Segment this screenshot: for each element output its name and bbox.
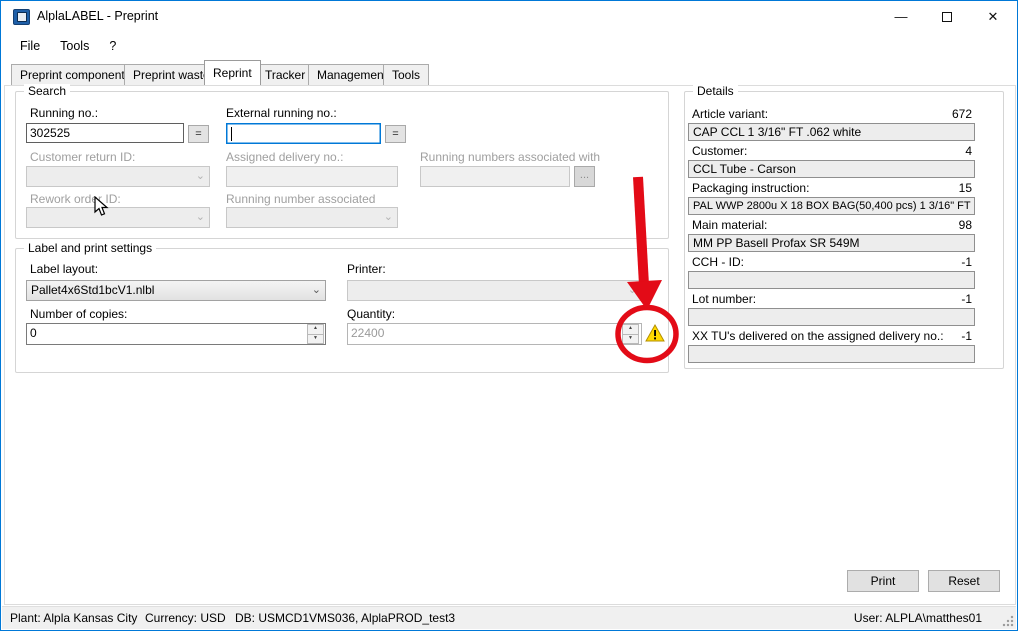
menu-tools[interactable]: Tools: [51, 36, 98, 56]
article-variant-count: 672: [912, 107, 972, 121]
close-icon: ✕: [988, 9, 999, 24]
status-currency: Currency: USD: [145, 611, 226, 625]
cch-id-field: [688, 271, 975, 289]
tab-reprint[interactable]: Reprint: [204, 60, 261, 85]
maximize-button[interactable]: [924, 1, 970, 32]
customer-label: Customer:: [692, 144, 747, 158]
search-group: Search Running no.: 302525 = External ru…: [15, 91, 669, 239]
assigned-delivery-no-label: Assigned delivery no.:: [226, 150, 343, 164]
tab-tools[interactable]: Tools: [383, 64, 429, 85]
cch-id-count: -1: [912, 255, 972, 269]
tab-strip: Preprint components Preprint waste Repri…: [3, 60, 1015, 85]
app-window: AlplaLABEL - Preprint — ✕ File Tools ? P…: [0, 0, 1018, 631]
reset-button[interactable]: Reset: [928, 570, 1000, 592]
tab-preprint-components[interactable]: Preprint components: [11, 64, 140, 85]
spinner-up-icon[interactable]: ▲: [307, 324, 324, 335]
chevron-down-icon: ⌄: [628, 283, 637, 298]
label-print-settings-title: Label and print settings: [24, 241, 156, 255]
running-number-associated-dropdown: ⌄: [226, 207, 398, 228]
window-title: AlplaLABEL - Preprint: [37, 1, 158, 32]
minimize-button[interactable]: —: [878, 1, 924, 32]
customer-field: CCL Tube - Carson: [688, 160, 975, 178]
main-material-count: 98: [912, 218, 972, 232]
close-button[interactable]: ✕: [970, 1, 1016, 32]
status-bar: Plant: Alpla Kansas City Currency: USD D…: [2, 606, 1016, 629]
label-print-settings-group: Label and print settings Label layout: P…: [15, 248, 669, 373]
copies-spinner[interactable]: ▲ ▼: [307, 324, 324, 344]
assigned-delivery-no-input: [226, 166, 398, 187]
customer-count: 4: [912, 144, 972, 158]
article-variant-label: Article variant:: [692, 107, 768, 121]
lot-number-count: -1: [912, 292, 972, 306]
status-plant: Plant: Alpla Kansas City: [10, 611, 137, 625]
lot-number-field: [688, 308, 975, 326]
spinner-down-icon[interactable]: ▼: [622, 335, 639, 345]
chevron-down-icon: ⌄: [196, 210, 205, 225]
label-layout-value: Pallet4x6Std1bcV1.nlbl: [31, 283, 154, 297]
running-numbers-assoc-input: [420, 166, 570, 187]
packaging-instruction-label: Packaging instruction:: [692, 181, 809, 195]
spinner-up-icon[interactable]: ▲: [622, 324, 639, 335]
packaging-instruction-field: PAL WWP 2800u X 18 BOX BAG(50,400 pcs) 1…: [688, 197, 975, 215]
rework-order-id-label: Rework order ID:: [30, 192, 121, 206]
running-numbers-assoc-label: Running numbers associated with: [420, 150, 600, 164]
quantity-label: Quantity:: [347, 307, 395, 321]
quantity-spinner[interactable]: ▲ ▼: [622, 324, 639, 344]
tus-delivered-field: [688, 345, 975, 363]
cch-id-label: CCH - ID:: [692, 255, 744, 269]
status-user: User: ALPLA\matthes01: [854, 611, 982, 625]
minimize-icon: —: [895, 9, 908, 24]
chevron-down-icon: ⌄: [196, 169, 205, 184]
menu-file[interactable]: File: [11, 36, 49, 56]
main-material-label: Main material:: [692, 218, 767, 232]
running-no-equals-button[interactable]: =: [188, 125, 209, 143]
menu-help[interactable]: ?: [100, 36, 125, 56]
status-db: DB: USMCD1VMS036, AlplaPROD_test3: [235, 611, 455, 625]
external-running-no-equals-button[interactable]: =: [385, 125, 406, 143]
label-layout-dropdown[interactable]: Pallet4x6Std1bcV1.nlbl ⌄: [26, 280, 326, 301]
customer-return-id-dropdown: ⌄: [26, 166, 210, 187]
article-variant-field: CAP CCL 1 3/16" FT .062 white: [688, 123, 975, 141]
packaging-instruction-count: 15: [912, 181, 972, 195]
label-layout-label: Label layout:: [30, 262, 98, 276]
quantity-input: 22400: [347, 323, 642, 345]
tus-delivered-label: XX TU's delivered on the assigned delive…: [692, 329, 944, 343]
lot-number-label: Lot number:: [692, 292, 756, 306]
tab-tracker[interactable]: Tracker: [256, 64, 314, 85]
number-of-copies-input[interactable]: 0: [26, 323, 326, 345]
app-icon: [13, 9, 30, 25]
maximize-icon: [942, 12, 952, 22]
external-running-no-label: External running no.:: [226, 106, 337, 120]
tus-delivered-count: -1: [912, 329, 972, 343]
chevron-down-icon: ⌄: [384, 210, 393, 225]
details-group: Details Article variant: 672 CAP CCL 1 3…: [684, 91, 1004, 369]
customer-return-id-label: Customer return ID:: [30, 150, 135, 164]
running-no-input[interactable]: 302525: [26, 123, 184, 143]
main-material-field: MM PP Basell Profax SR 549M: [688, 234, 975, 252]
number-of-copies-label: Number of copies:: [30, 307, 127, 321]
running-no-label: Running no.:: [30, 106, 98, 120]
printer-dropdown: ⌄: [347, 280, 642, 301]
print-button[interactable]: Print: [847, 570, 919, 592]
menu-bar: File Tools ?: [3, 33, 1015, 58]
title-bar: AlplaLABEL - Preprint — ✕: [2, 1, 1016, 32]
text-caret: [231, 127, 232, 141]
running-number-associated-label: Running number associated: [226, 192, 375, 206]
resize-grip-icon[interactable]: [1002, 615, 1014, 627]
chevron-down-icon: ⌄: [312, 283, 321, 298]
external-running-no-input[interactable]: [226, 123, 381, 144]
details-group-title: Details: [693, 84, 738, 98]
printer-label: Printer:: [347, 262, 386, 276]
warning-icon: [645, 323, 665, 343]
running-numbers-browse-button[interactable]: ...: [574, 166, 595, 187]
spinner-down-icon[interactable]: ▼: [307, 335, 324, 345]
search-group-title: Search: [24, 84, 70, 98]
rework-order-id-dropdown: ⌄: [26, 207, 210, 228]
